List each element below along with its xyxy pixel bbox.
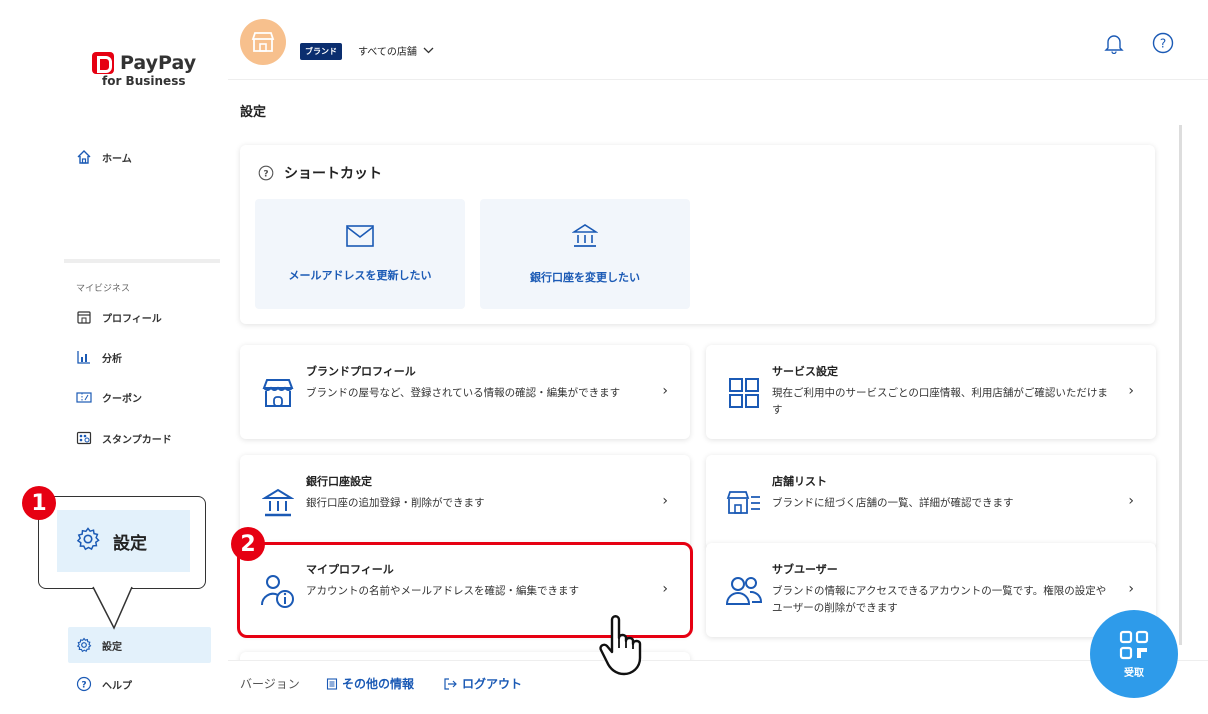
paypay-logo[interactable]: PayPay for Business	[92, 52, 212, 88]
sidebar-item-settings[interactable]: 設定	[68, 627, 211, 663]
logout-icon	[444, 677, 457, 690]
callout-settings-highlight: 設定	[57, 510, 190, 572]
footer: バージョン その他の情報 ログアウト	[228, 660, 1208, 714]
chart-icon	[76, 349, 92, 365]
home-icon	[76, 149, 92, 165]
other-info-link[interactable]: その他の情報	[326, 675, 414, 692]
shortcut-label: 銀行口座を変更したい	[530, 271, 640, 284]
chevron-down-icon	[423, 47, 434, 54]
logo-subtitle: for Business	[102, 74, 186, 88]
card-title: 銀行口座設定	[306, 475, 372, 488]
help-icon[interactable]: ?	[258, 165, 274, 181]
sidebar-section-label: マイビジネス	[76, 284, 131, 294]
sidebar-item-label: ヘルプ	[102, 680, 132, 692]
store-selector[interactable]: すべての店舗	[358, 43, 434, 58]
card-service-settings[interactable]: サービス設定 現在ご利用中のサービスごとの口座情報、利用店舗がご確認いただけます…	[706, 345, 1156, 439]
help-icon[interactable]: ?	[1152, 32, 1174, 54]
grid-icon	[724, 373, 764, 413]
scrollbar[interactable]	[1179, 125, 1182, 645]
svg-text:?: ?	[81, 681, 86, 691]
users-icon	[724, 571, 764, 611]
chevron-right-icon: ›	[1128, 493, 1134, 509]
sidebar-item-coupon[interactable]: クーポン	[76, 389, 142, 405]
bank-icon	[572, 224, 598, 247]
stamp-card-icon	[76, 430, 92, 446]
store-selector-label: すべての店舗	[358, 47, 417, 58]
sidebar-item-label: ホーム	[102, 153, 132, 165]
card-store-list[interactable]: 店舗リスト ブランドに紐づく店舗の一覧、詳細が確認できます ›	[706, 455, 1156, 549]
sidebar-item-profile[interactable]: プロフィール	[76, 309, 162, 325]
card-title: 店舗リスト	[772, 475, 827, 488]
receive-label: 受取	[1124, 667, 1144, 679]
step-badge-1: 1	[22, 486, 56, 520]
card-description: 銀行口座の追加登録・削除ができます	[306, 497, 485, 509]
card-brand-profile[interactable]: ブランドプロフィール ブランドの屋号など、登録されている情報の確認・編集ができま…	[240, 345, 690, 439]
document-icon	[326, 677, 338, 690]
chevron-right-icon: ›	[1128, 383, 1134, 399]
shortcut-label: メールアドレスを更新したい	[288, 269, 432, 282]
gear-icon	[76, 637, 92, 653]
bell-icon[interactable]	[1103, 32, 1125, 54]
card-bank-settings[interactable]: 銀行口座設定 銀行口座の追加登録・削除ができます ›	[240, 455, 690, 549]
card-description: ブランドに紐づく店舗の一覧、詳細が確認できます	[772, 497, 1014, 509]
brand-tag: ブランド	[300, 43, 342, 60]
card-title: ブランドプロフィール	[306, 365, 416, 378]
top-bar: ブランド すべての店舗 ?	[228, 0, 1208, 80]
sidebar-item-help[interactable]: ? ヘルプ	[76, 676, 132, 692]
svg-text:?: ?	[263, 170, 268, 180]
card-title: サブユーザー	[772, 563, 838, 576]
chevron-right-icon: ›	[1128, 581, 1134, 597]
card-title: サービス設定	[772, 365, 838, 378]
card-description: ブランドの情報にアクセスできるアカウントの一覧です。権限の設定やユーザーの削除が…	[772, 585, 1107, 614]
card-description: 現在ご利用中のサービスごとの口座情報、利用店舗がご確認いただけます	[772, 387, 1108, 416]
sidebar-item-analysis[interactable]: 分析	[76, 349, 122, 365]
sidebar-divider	[64, 259, 220, 263]
help-icon: ?	[76, 676, 92, 692]
store-icon	[76, 309, 92, 325]
sidebar-item-label: 設定	[102, 641, 122, 653]
mail-icon	[346, 225, 374, 247]
shortcut-update-email[interactable]: メールアドレスを更新したい	[255, 199, 465, 309]
chevron-right-icon: ›	[662, 383, 668, 399]
shortcut-change-bank[interactable]: 銀行口座を変更したい	[480, 199, 690, 309]
logout-link[interactable]: ログアウト	[444, 675, 522, 692]
callout-pointer	[92, 586, 133, 630]
receive-fab-button[interactable]: 受取	[1090, 610, 1178, 698]
pointer-hand-icon	[599, 615, 642, 676]
sidebar-item-label: プロフィール	[102, 313, 162, 325]
version-label: バージョン	[240, 677, 300, 691]
store-list-icon	[724, 483, 764, 523]
page-title: 設定	[240, 105, 267, 120]
callout-label: 設定	[113, 533, 147, 554]
sidebar-item-home[interactable]: ホーム	[76, 149, 132, 165]
bank-icon	[258, 483, 298, 523]
card-sub-user[interactable]: サブユーザー ブランドの情報にアクセスできるアカウントの一覧です。権限の設定やユ…	[706, 543, 1156, 637]
logo-name: PayPay	[120, 52, 197, 74]
other-info-label: その他の情報	[342, 677, 415, 691]
sidebar-item-label: 分析	[102, 353, 122, 365]
coupon-icon	[76, 389, 92, 405]
svg-text:?: ?	[1160, 37, 1166, 51]
shortcut-title: ショートカット	[284, 166, 382, 182]
step-badge-2: 2	[231, 527, 265, 561]
gear-icon	[75, 526, 101, 557]
shortcut-heading: ? ショートカット	[258, 163, 382, 183]
store-icon	[251, 32, 275, 52]
logout-label: ログアウト	[462, 677, 523, 691]
sidebar-item-label: スタンプカード	[102, 434, 172, 446]
shortcut-panel: ? ショートカット メールアドレスを更新したい 銀行口座を変更したい	[240, 145, 1155, 324]
store-icon	[258, 373, 298, 413]
sidebar-item-stamp-card[interactable]: スタンプカード	[76, 430, 172, 446]
store-avatar[interactable]	[240, 19, 286, 65]
settings-callout: 設定	[38, 496, 206, 589]
qr-code-icon	[1119, 630, 1149, 659]
sidebar-item-label: クーポン	[102, 393, 142, 405]
card-description: ブランドの屋号など、登録されている情報の確認・編集ができます	[306, 387, 621, 399]
chevron-right-icon: ›	[662, 493, 668, 509]
paypay-logo-icon	[92, 52, 114, 74]
